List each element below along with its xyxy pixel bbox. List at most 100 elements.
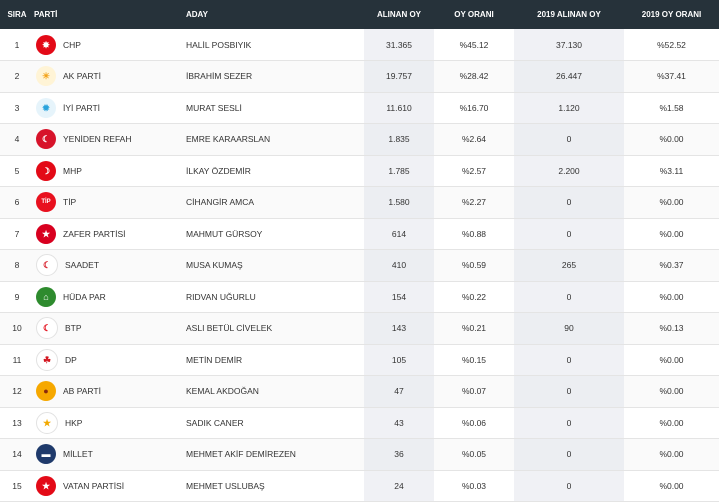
row-party: ☾ BTP [34,313,186,345]
row-votes-2019: 2.200 [514,155,624,187]
row-rank: 9 [14,291,20,302]
row-candidate: MEHMET AKİF DEMİREZEN [186,449,296,460]
row-votes-2019: 37.130 [514,29,624,61]
row-rank: 14 [12,449,22,460]
row-rank: 3 [14,102,20,113]
table-header: SIRA PARTİ ADAY ALINAN OY OY ORANI 2019 … [0,0,719,29]
row-rate: %0.88 [461,228,487,239]
header-aday: ADAY [186,10,208,19]
row-votes-2019: 0 [514,344,624,376]
row-candidate: HALİL POSBIYIK [186,39,252,50]
row-rate: %0.06 [461,417,487,428]
row-party: ☾ YENİDEN REFAH [34,124,186,156]
row-rank: 13 [12,417,22,428]
row-rank: 8 [14,260,20,271]
party-name: AB PARTİ [63,386,101,397]
row-votes-2019: 0 [514,281,624,313]
row-rate: %16.70 [459,102,489,113]
party-name: HÜDA PAR [63,291,106,302]
row-party: ☽ MHP [34,155,186,187]
row-votes-2019: 1.120 [514,92,624,124]
row-votes-2019: 26.447 [514,60,624,92]
table-row: 9 ⌂ HÜDA PAR RIDVAN UĞURLU 154 %0.22 0 %0.00 [0,281,719,313]
row-rate-2019: %0.00 [659,228,684,239]
header-2019-alinan-oy: 2019 ALINAN OY [537,10,601,19]
row-rate: %0.05 [461,449,487,460]
table-row: 4 ☾ YENİDEN REFAH EMRE KARAARSLAN 1.835 %2.64… [0,123,719,156]
table-row: 5 ☽ MHP İLKAY ÖZDEMİR 1.785 %2.57 2.200 %3.11 [0,155,719,187]
row-rate-2019: %0.13 [659,323,684,334]
header-alinan-oy: ALINAN OY [377,10,421,19]
party-logo-icon: ☾ [36,254,58,277]
row-votes: 36 [364,438,434,470]
row-votes: 47 [364,375,434,407]
row-rate-2019: %3.11 [659,165,684,176]
table-row: 2 ☀ AK PARTİ İBRAHİM SEZER 19.757 %28.42 26.44… [0,60,719,93]
row-party: ✸ CHP [34,29,186,61]
header-2019-oy-orani: 2019 OY ORANI [641,10,702,19]
row-rank: 10 [12,323,22,334]
row-votes: 1.785 [364,155,434,187]
row-rate: %28.42 [459,71,489,82]
row-rate-2019: %37.41 [657,71,686,82]
table-row: 10 ☾ BTP ASLI BETÜL CİVELEK 143 %0.21 90 %0.13 [0,312,719,345]
party-logo-icon: ☀ [36,66,56,87]
row-candidate: İBRAHİM SEZER [186,71,253,82]
party-logo-icon: ● [36,381,56,402]
row-rank: 12 [12,386,22,397]
row-rate-2019: %0.00 [659,386,684,397]
row-party: ☀ AK PARTİ [34,61,186,93]
row-party: ☾ SAADET [34,250,186,282]
row-votes: 105 [364,344,434,376]
row-rank: 1 [14,39,20,50]
table-row: 11 ☘ DP METİN DEMİR 105 %0.15 0 %0.00 [0,344,719,376]
row-rank: 2 [14,71,20,82]
row-votes: 154 [364,281,434,313]
table-row: 12 ● AB PARTİ KEMAL AKDOĞAN 47 %0.07 0 %0.00 [0,375,719,408]
party-logo-icon: ★ [36,475,56,496]
row-party: TİP TİP [34,187,186,219]
table-body: 1 ✸ CHP HALİL POSBIYIK 31.365 %45.12 37.130 %52… [0,29,719,502]
header-oy-orani: OY ORANI [454,10,494,19]
row-party: ☘ DP [34,344,186,376]
row-rate: %0.21 [461,323,487,334]
party-logo-icon: ★ [36,411,58,434]
row-rate: %0.59 [461,260,487,271]
row-rate-2019: %0.00 [659,449,684,460]
row-party: ● AB PARTİ [34,376,186,408]
party-name: ZAFER PARTİSİ [63,228,126,239]
row-rate-2019: %1.58 [659,102,684,113]
table-row: 1 ✸ CHP HALİL POSBIYIK 31.365 %45.12 37.130 %52… [0,29,719,61]
row-rate-2019: %0.00 [659,291,684,302]
table-row: 8 ☾ SAADET MUSA KUMAŞ 410 %0.59 265 %0.37 [0,249,719,282]
row-votes-2019: 0 [514,218,624,250]
row-candidate: İLKAY ÖZDEMİR [186,165,251,176]
table-row: 13 ★ HKP SADIK CANER 43 %0.06 0 %0.00 [0,407,719,439]
party-name: DP [65,354,77,365]
row-rate-2019: %0.00 [659,417,684,428]
table-row: 6 TİP TİP CİHANGİR AMCA 1.580 %2.27 0 %0.00 [0,186,719,219]
party-logo-icon: ⌂ [36,286,56,307]
row-rate: %0.22 [461,291,487,302]
row-votes: 1.580 [364,186,434,218]
row-votes-2019: 0 [514,438,624,470]
row-party: ✹ İYİ PARTİ [34,92,186,124]
row-candidate: METİN DEMİR [186,354,243,365]
row-votes: 31.365 [364,29,434,61]
row-votes: 614 [364,218,434,250]
row-rank: 5 [14,165,20,176]
party-logo-icon: ✹ [36,97,56,118]
party-name: YENİDEN REFAH [63,134,132,145]
party-name: SAADET [65,260,100,271]
party-logo-icon: ★ [36,223,56,244]
party-name: HKP [65,417,83,428]
row-rank: 7 [14,228,20,239]
row-votes-2019: 265 [514,249,624,281]
row-rate: %2.64 [461,134,487,145]
table-row: 3 ✹ İYİ PARTİ MURAT SESLİ 11.610 %16.70 1.120%… [0,92,719,124]
row-rate-2019: %0.37 [659,260,684,271]
row-candidate: RIDVAN UĞURLU [186,291,256,302]
party-logo-icon: ▬ [36,444,56,465]
party-logo-icon: ☽ [36,160,56,181]
row-rate: %45.12 [459,39,489,50]
